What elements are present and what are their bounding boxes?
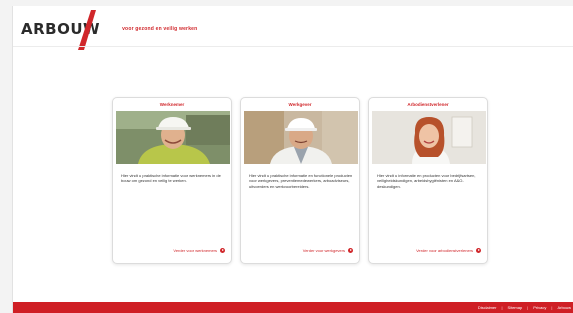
footer-link-disclaimer[interactable]: Disclaimer (478, 305, 497, 310)
footer-link-sitemap[interactable]: Sitemap (508, 305, 523, 310)
card-arbodienstverlener[interactable]: Arbodienstverlener Hier vindt u informat… (368, 97, 488, 264)
arrow-right-icon[interactable] (476, 248, 481, 253)
card-link-label[interactable]: Verder voor werkgevers (303, 248, 345, 253)
card-title: Werknemer (159, 102, 185, 107)
card-link-label[interactable]: Verder voor arbodienstverleners (416, 248, 473, 253)
card-link[interactable]: Verder voor arbodienstverleners (377, 248, 481, 253)
footer-link-privacy[interactable]: Privacy (533, 305, 546, 310)
logo-mark-icon (78, 10, 96, 50)
arrow-right-icon[interactable] (348, 248, 353, 253)
arbouw-logo[interactable]: ARBOUW (21, 10, 100, 50)
card-description: Hier vindt u praktische informatie voor … (121, 173, 221, 184)
header-divider (13, 46, 573, 47)
footer-separator: | (551, 305, 553, 310)
werkgever-photo (244, 111, 358, 164)
werknemer-photo (116, 111, 230, 164)
card-description: Hier vindt u praktische informatie en fu… (249, 173, 353, 189)
arrow-right-icon[interactable] (220, 248, 225, 253)
card-description: Hier vindt u informatie en producten voo… (377, 173, 476, 189)
card-title: Werkgever (288, 102, 312, 107)
footer-link-arbouw[interactable]: Arbouw (557, 305, 571, 310)
card-title: Arbodienstverlener (407, 102, 449, 107)
card-link[interactable]: Verder voor werkgevers (249, 248, 353, 253)
footer-separator: | (501, 305, 503, 310)
footer-separator: | (527, 305, 529, 310)
footer-bar: Disclaimer | Sitemap | Privacy | Arbouw (13, 302, 573, 313)
card-werkgever[interactable]: Werkgever Hier vindt u praktische inform… (240, 97, 360, 264)
page-frame: ARBOUW voor gezond en veilig werken Werk… (12, 6, 573, 313)
header-brand: ARBOUW voor gezond en veilig werken (21, 10, 198, 50)
arbodienstverlener-photo (372, 111, 486, 164)
tagline: voor gezond en veilig werken (122, 26, 198, 32)
card-link[interactable]: Verder voor werknemers (121, 248, 225, 253)
card-link-label[interactable]: Verder voor werknemers (173, 248, 217, 253)
card-werknemer[interactable]: Werknemer Hier vindt u praktische inform… (112, 97, 232, 264)
